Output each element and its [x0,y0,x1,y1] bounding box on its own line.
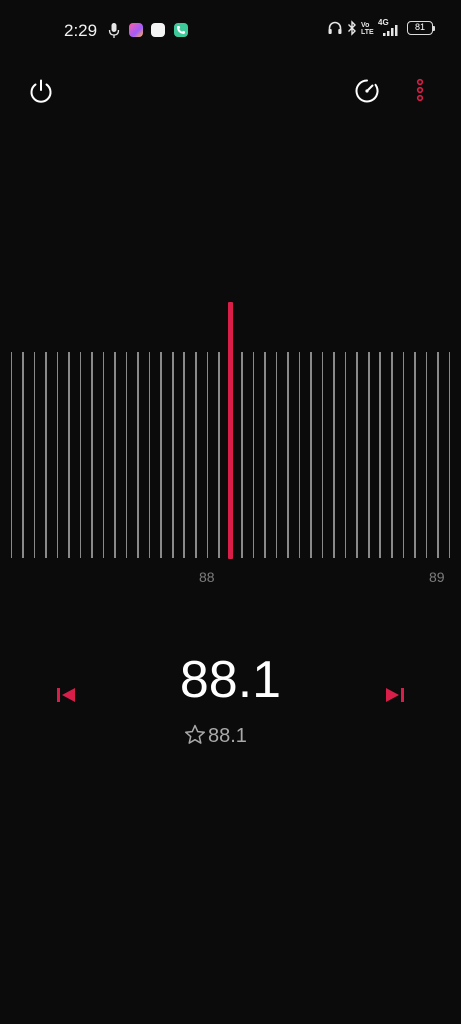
dial-tick [33,352,36,558]
dial-tick [390,352,393,558]
more-options-button[interactable] [405,76,435,106]
dial-tick [275,352,278,558]
phone-app-icon [174,23,188,37]
dial-tick [10,352,13,558]
dial-tick [206,352,209,558]
dial-tick [356,352,358,558]
dial-tick [160,352,162,558]
bluetooth-icon [348,20,356,36]
dial-tick [241,352,243,558]
dial-tick [379,352,382,558]
gallery-app-icon [129,23,143,37]
dial-tick [402,352,405,558]
skip-next-icon [386,688,404,702]
dial-tick [194,352,197,558]
tuning-dial[interactable]: 88 89 [0,296,461,596]
notes-app-icon [151,23,165,37]
dial-tick [183,352,186,558]
headset-icon [328,21,342,34]
battery-indicator: 81 [407,21,433,35]
dial-tick [367,352,370,558]
system-icons: Vo LTE 4G 81 [327,19,447,40]
dial-tick [298,352,301,558]
dial-tick [425,352,428,558]
dial-tick [321,352,324,558]
dial-tick [137,352,139,558]
dial-tick [22,352,24,558]
dial-tick [171,352,174,558]
dial-label-89: 89 [429,569,445,585]
dial-tick [264,352,266,558]
dial-tick [56,352,59,558]
status-time: 2:29 [64,21,98,40]
dial-tick [414,352,416,558]
speedometer-icon [355,79,379,103]
dial-tick [344,352,347,558]
speaker-mode-button[interactable] [352,76,382,106]
dial-tick [45,352,47,558]
more-vertical-icon [416,78,424,102]
dial-tick [79,352,82,558]
dial-tick [114,352,116,558]
dial-tick [287,352,289,558]
star-outline-icon [184,724,206,744]
power-button[interactable] [26,76,56,106]
dial-tick [448,352,451,558]
dial-tick [218,352,220,558]
dial-tick [437,352,439,558]
dial-tick [125,352,128,558]
signal-strength: 4G [378,19,400,36]
dial-tick [91,352,93,558]
next-station-button[interactable] [383,683,407,707]
dial-tick [252,352,255,558]
dial-label-88: 88 [199,569,215,585]
tuning-needle[interactable] [228,302,233,559]
favorite-frequency-label: 88.1 [208,725,247,747]
microphone-icon [108,23,120,38]
dial-tick [310,352,312,558]
volte-indicator: Vo LTE [361,22,374,36]
fm-radio-screen: 2:29 Vo LTE 4G 81 88 89 88.1 88.1 [0,0,461,1024]
battery-tip [433,26,435,31]
dial-tick [68,352,70,558]
dial-tick [148,352,151,558]
status-bar: 2:29 Vo LTE 4G 81 [0,0,461,60]
dial-tick [333,352,335,558]
dial-tick [102,352,105,558]
power-icon [30,79,52,103]
